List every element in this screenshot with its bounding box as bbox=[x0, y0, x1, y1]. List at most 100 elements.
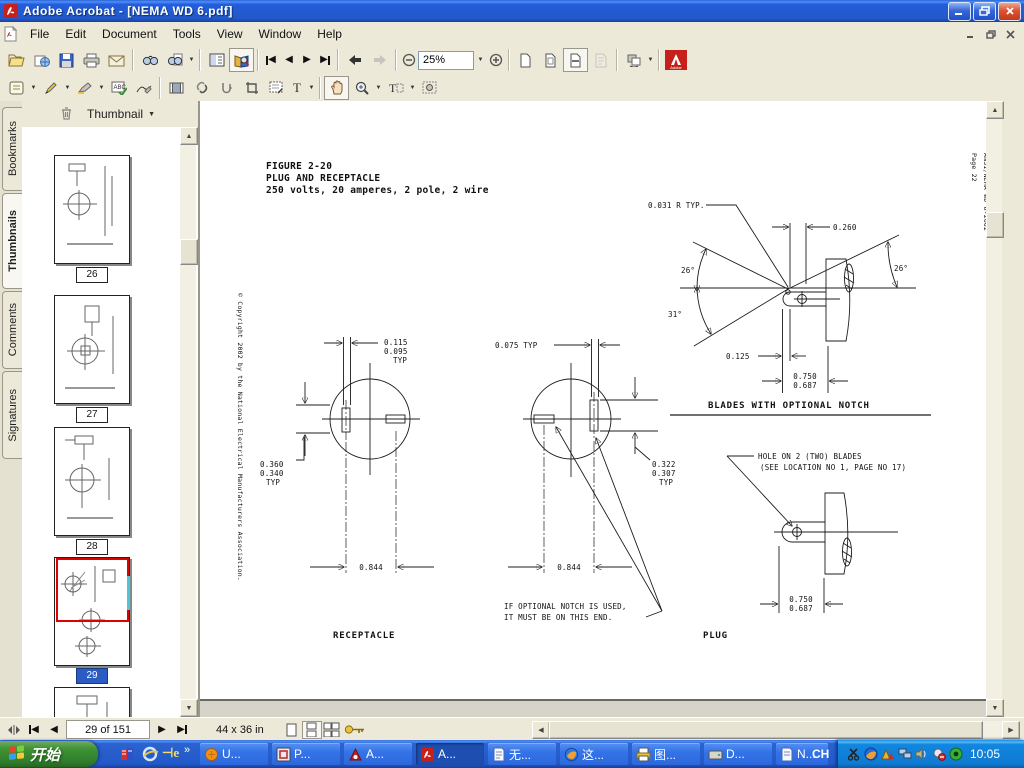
clock[interactable]: 10:05 bbox=[970, 747, 1000, 761]
mdi-close-button[interactable] bbox=[1001, 26, 1020, 43]
spellcheck-button[interactable]: ABC bbox=[106, 76, 131, 100]
zoom-level-combo[interactable]: 25% bbox=[418, 51, 474, 70]
thumbnail-page-27[interactable] bbox=[54, 295, 130, 404]
save-button[interactable] bbox=[54, 48, 79, 72]
close-button[interactable] bbox=[998, 2, 1021, 21]
tray-antivirus-icon[interactable] bbox=[931, 747, 946, 762]
rotate-dropdown-arrow[interactable]: ▼ bbox=[646, 57, 655, 63]
minimize-button[interactable] bbox=[948, 2, 971, 21]
horizontal-scrollbar[interactable]: ◀ ▶ bbox=[532, 721, 1018, 737]
document-scroll-down[interactable]: ▼ bbox=[986, 699, 1004, 717]
actual-size-button[interactable] bbox=[513, 48, 538, 72]
thumbnails-scroll-down[interactable]: ▼ bbox=[180, 699, 198, 717]
reflow-button[interactable] bbox=[588, 48, 613, 72]
search-button[interactable] bbox=[162, 48, 187, 72]
rotate-view-button[interactable] bbox=[621, 48, 646, 72]
continuous-facing-layout-button[interactable] bbox=[322, 721, 342, 739]
start-button[interactable]: 开始 bbox=[0, 741, 98, 767]
attach-tool-button[interactable] bbox=[214, 76, 239, 100]
menu-help[interactable]: Help bbox=[309, 24, 350, 44]
zoom-tool-button[interactable] bbox=[349, 76, 374, 100]
thumbnail-page-26[interactable] bbox=[54, 155, 130, 264]
status-next-page-button[interactable]: ▶ bbox=[152, 721, 172, 739]
thumbnail-page-28[interactable] bbox=[54, 427, 130, 536]
single-page-layout-button[interactable] bbox=[282, 721, 302, 739]
delete-thumbnail-icon[interactable] bbox=[60, 106, 73, 123]
mdi-restore-button[interactable] bbox=[981, 26, 1000, 43]
navigation-pane-button[interactable] bbox=[204, 48, 229, 72]
tray-media-icon[interactable] bbox=[948, 747, 963, 762]
text-select-tool-button[interactable]: T bbox=[383, 76, 408, 100]
quicklaunch-overflow-chevron[interactable]: » bbox=[184, 744, 190, 756]
status-first-page-button[interactable]: ◀ bbox=[24, 721, 44, 739]
menu-window[interactable]: Window bbox=[251, 24, 310, 44]
print-button[interactable] bbox=[79, 48, 104, 72]
panel-title[interactable]: Thumbnail bbox=[87, 107, 143, 121]
task-button-4-acrobat-active[interactable]: A... bbox=[416, 743, 484, 765]
fit-page-button[interactable] bbox=[538, 48, 563, 72]
form-tool-button[interactable] bbox=[264, 76, 289, 100]
page-number-28[interactable]: 28 bbox=[76, 539, 108, 555]
open-web-page-button[interactable] bbox=[29, 48, 54, 72]
task-button-6[interactable]: 这... bbox=[560, 743, 628, 765]
hand-tool-button[interactable] bbox=[324, 76, 349, 100]
task-button-7[interactable]: 图... bbox=[632, 743, 700, 765]
task-button-2[interactable]: P... bbox=[272, 743, 340, 765]
thumbnails-scroll-up[interactable]: ▲ bbox=[180, 127, 198, 145]
link-tool-button[interactable] bbox=[189, 76, 214, 100]
ebook-button[interactable] bbox=[229, 48, 254, 72]
adobe-online-button[interactable]: Adobe bbox=[663, 48, 689, 72]
highlighter-tool-button[interactable] bbox=[72, 76, 97, 100]
menu-file[interactable]: File bbox=[22, 24, 57, 44]
key-icon[interactable] bbox=[342, 721, 368, 739]
highlighter-tool-dropdown[interactable]: ▼ bbox=[97, 85, 106, 91]
quicklaunch-e-icon[interactable]: ⊣e bbox=[162, 745, 179, 761]
page-number-box[interactable]: 29 of 151 bbox=[66, 720, 150, 739]
quicklaunch-ie-icon[interactable] bbox=[142, 746, 159, 765]
tray-network-icon[interactable] bbox=[897, 747, 912, 762]
menu-view[interactable]: View bbox=[209, 24, 251, 44]
page-number-29-selected[interactable]: 29 bbox=[76, 668, 108, 684]
text-tool-button[interactable]: T bbox=[289, 76, 307, 100]
restore-button[interactable] bbox=[973, 2, 996, 21]
pencil-tool-dropdown[interactable]: ▼ bbox=[63, 85, 72, 91]
find-button[interactable] bbox=[137, 48, 162, 72]
hscroll-thumb[interactable] bbox=[549, 721, 983, 739]
document-scroll-up[interactable]: ▲ bbox=[986, 101, 1004, 119]
open-file-button[interactable] bbox=[4, 48, 29, 72]
thumbnails-scrollbar[interactable]: ▲ ▼ bbox=[180, 127, 196, 717]
zoom-dropdown-arrow[interactable]: ▼ bbox=[474, 57, 487, 63]
tab-signatures[interactable]: Signatures bbox=[2, 371, 22, 459]
zoom-out-button[interactable] bbox=[400, 48, 418, 72]
mdi-minimize-button[interactable] bbox=[961, 26, 980, 43]
pencil-tool-button[interactable] bbox=[38, 76, 63, 100]
continuous-layout-button[interactable] bbox=[302, 721, 322, 739]
thumbnails-scroll-thumb[interactable] bbox=[180, 239, 198, 265]
email-button[interactable] bbox=[104, 48, 129, 72]
zoom-tool-dropdown[interactable]: ▼ bbox=[374, 85, 383, 91]
note-tool-dropdown[interactable]: ▼ bbox=[29, 85, 38, 91]
hscroll-right[interactable]: ▶ bbox=[1002, 721, 1020, 739]
next-page-button[interactable]: ▶ bbox=[298, 48, 316, 72]
fit-width-button[interactable] bbox=[563, 48, 588, 72]
page-number-26[interactable]: 26 bbox=[76, 267, 108, 283]
document-scrollbar[interactable]: ▲ ▼ bbox=[986, 101, 1002, 717]
task-button-8[interactable]: D... bbox=[704, 743, 772, 765]
crop-tool-button[interactable] bbox=[239, 76, 264, 100]
text-tool-dropdown[interactable]: ▼ bbox=[307, 85, 316, 91]
signature-tool-button[interactable] bbox=[131, 76, 156, 100]
page-number-27[interactable]: 27 bbox=[76, 407, 108, 423]
previous-page-button[interactable]: ◀ bbox=[280, 48, 298, 72]
next-view-button[interactable] bbox=[367, 48, 392, 72]
text-select-dropdown[interactable]: ▼ bbox=[408, 85, 417, 91]
thumbnail-page-29[interactable] bbox=[54, 557, 130, 666]
document-scroll-thumb[interactable] bbox=[986, 212, 1004, 238]
first-page-button[interactable]: ◀ bbox=[262, 48, 280, 72]
task-button-1[interactable]: U... bbox=[200, 743, 268, 765]
quicklaunch-reader-icon[interactable] bbox=[120, 746, 136, 765]
tab-thumbnails[interactable]: Thumbnails bbox=[2, 193, 22, 289]
tray-graphics-icon[interactable] bbox=[880, 747, 895, 762]
menu-tools[interactable]: Tools bbox=[165, 24, 209, 44]
last-page-button[interactable]: ▶ bbox=[316, 48, 334, 72]
movie-tool-button[interactable] bbox=[164, 76, 189, 100]
